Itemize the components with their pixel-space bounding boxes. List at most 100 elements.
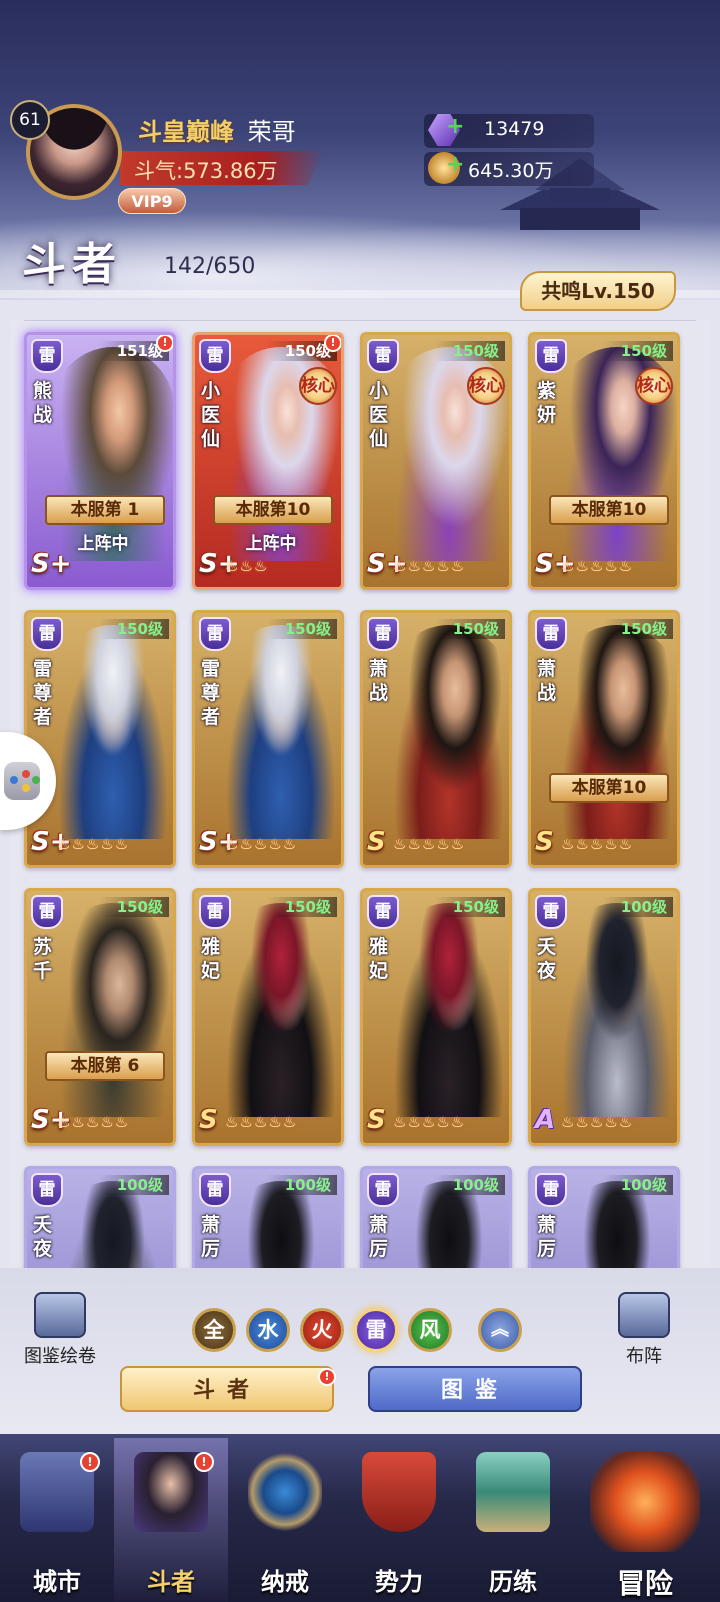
gold-amount: 645.30万 [468, 160, 554, 182]
element-badge: 雷 [31, 339, 63, 373]
hero-card[interactable]: 雷 100级 萧厉 [360, 1166, 512, 1268]
hero-level: 150级 [266, 897, 337, 917]
filter-thunder[interactable]: 雷 [354, 1308, 398, 1352]
vip-badge[interactable]: VIP9 [118, 188, 186, 214]
hero-portrait [555, 903, 677, 1117]
grid-divider [24, 320, 696, 321]
hero-name: 萧厉 [201, 1214, 221, 1260]
nav-adventure[interactable]: 冒险 [570, 1438, 720, 1602]
filter-wind[interactable]: 风 [408, 1308, 452, 1352]
hero-level: 150级 [266, 619, 337, 639]
hero-card[interactable]: 雷 150级 雷尊者 S+ ♨♨♨♨♨ [24, 610, 176, 868]
hero-name: 雅妃 [201, 936, 221, 982]
core-badge: 核心 [635, 367, 673, 405]
nav-city[interactable]: ! 城市 [0, 1438, 114, 1602]
hero-card[interactable]: 雷 150级 雅妃 S ♨♨♨♨♨ [192, 888, 344, 1146]
hero-card[interactable]: 雷 100级 萧厉 [528, 1166, 680, 1268]
hero-card[interactable]: 雷 100级 夭夜 [24, 1166, 176, 1268]
ring-icon [248, 1452, 322, 1532]
element-badge: 雷 [31, 1173, 63, 1207]
hero-level: 150级 [434, 341, 505, 361]
gallery-scroll-button[interactable]: 图鉴绘卷 [12, 1292, 108, 1368]
nav-training[interactable]: 历练 [456, 1438, 570, 1602]
hero-card[interactable]: 雷 150级! 小医仙 核心 本服第10 上阵中 S+ ♨♨♨ [192, 332, 344, 590]
hero-card[interactable]: 雷 100级 夭夜 A ♨♨♨♨♨ [528, 888, 680, 1146]
collapse-filter-button[interactable]: ︽ [478, 1308, 522, 1352]
nav-city-alert: ! [80, 1452, 100, 1472]
star-flames: ♨♨♨♨♨ [393, 557, 466, 575]
card-alert-badge: ! [324, 335, 341, 352]
hero-grade: S+ [31, 549, 72, 579]
page-title: 斗者 [22, 239, 122, 290]
server-rank-banner: 本服第 6 [45, 1051, 165, 1081]
hero-portrait [387, 625, 509, 839]
hero-card[interactable]: 雷 150级 萧战 S ♨♨♨♨♨ [360, 610, 512, 868]
tab-heroes[interactable]: 斗者 [120, 1366, 334, 1412]
hero-card[interactable]: 雷 100级萧厉 [192, 1166, 344, 1268]
hero-portrait [219, 625, 341, 839]
player-title: 斗皇巅峰 [138, 118, 234, 146]
server-rank-banner: 本服第10 [549, 495, 669, 525]
hero-name: 熊战 [33, 380, 53, 426]
element-badge: 雷 [367, 1173, 399, 1207]
tab-codex[interactable]: 图鉴 [368, 1366, 582, 1412]
filter-all[interactable]: 全 [192, 1308, 236, 1352]
hero-level: 100级 [266, 1175, 337, 1195]
hero-card[interactable]: 雷 150级 雷尊者 S+ ♨♨♨♨♨ [192, 610, 344, 868]
hero-name: 雅妃 [369, 936, 389, 982]
hero-grade: A [535, 1105, 556, 1135]
hero-grade: S [199, 1105, 218, 1135]
hero-name: 萧厉 [537, 1214, 557, 1260]
star-flames: ♨♨♨♨♨ [393, 1113, 466, 1131]
nav-ring[interactable]: 纳戒 [228, 1438, 342, 1602]
power-value: 斗气:573.86万 [134, 159, 278, 183]
hero-card[interactable]: 雷 150级 苏千 本服第 6 S+ ♨♨♨♨♨ [24, 888, 176, 1146]
hero-name: 雷尊者 [201, 658, 221, 728]
bottom-nav: ! 城市 ! 斗者 纳戒 势力 历练 冒险 [0, 1434, 720, 1602]
card-alert-badge: ! [156, 335, 173, 352]
element-badge: 雷 [199, 1173, 231, 1207]
player-name-row: 斗皇巅峰 荣哥 [138, 112, 296, 147]
hero-level: 150级 [602, 341, 673, 361]
hero-card[interactable]: 雷 151级! 熊战 本服第 1 上阵中 S+ [24, 332, 176, 590]
resonance-button[interactable]: 共鸣Lv.150 [520, 271, 676, 311]
filter-water[interactable]: 水 [246, 1308, 290, 1352]
add-gold-icon[interactable]: + [446, 152, 464, 177]
element-badge: 雷 [31, 895, 63, 929]
hero-name: 紫妍 [537, 380, 557, 426]
nav-faction[interactable]: 势力 [342, 1438, 456, 1602]
flag-icon [618, 1292, 670, 1338]
nav-city-label: 城市 [33, 1567, 81, 1596]
hero-card[interactable]: 雷 150级 雅妃 S ♨♨♨♨♨ [360, 888, 512, 1146]
filter-fire[interactable]: 火 [300, 1308, 344, 1352]
hero-grade: S [535, 827, 554, 857]
hero-name: 夭夜 [537, 936, 557, 982]
star-flames: ♨♨♨♨♨ [57, 835, 130, 853]
element-badge: 雷 [199, 339, 231, 373]
add-crystal-icon[interactable]: + [446, 114, 464, 139]
tab-heroes-alert: ! [318, 1368, 336, 1386]
scroll-book-icon [34, 1292, 86, 1338]
star-flames: ♨♨♨♨♨ [561, 557, 634, 575]
formation-button[interactable]: 布阵 [596, 1292, 692, 1368]
hero-card[interactable]: 雷 150级 萧战 本服第10 S ♨♨♨♨♨ [528, 610, 680, 868]
adventure-fire-icon [590, 1452, 700, 1552]
hero-level: 100级 [434, 1175, 505, 1195]
hero-name: 苏千 [33, 936, 53, 982]
element-badge: 雷 [535, 617, 567, 651]
nav-heroes[interactable]: ! 斗者 [114, 1438, 228, 1602]
hero-card[interactable]: 雷 150级 紫妍 核心 本服第10 S+ ♨♨♨♨♨ [528, 332, 680, 590]
hero-portrait [219, 903, 341, 1117]
hero-card[interactable]: 雷 150级 小医仙 核心 S+ ♨♨♨♨♨ [360, 332, 512, 590]
hero-name: 小医仙 [369, 380, 389, 450]
mountain-scroll-icon [476, 1452, 550, 1532]
element-badge: 雷 [535, 1173, 567, 1207]
hero-portrait [387, 903, 509, 1117]
element-badge: 雷 [199, 895, 231, 929]
nav-training-label: 历练 [489, 1567, 537, 1596]
nav-adventure-label: 冒险 [616, 1567, 673, 1600]
hero-name: 萧战 [537, 658, 557, 704]
star-flames: ♨♨♨♨♨ [393, 835, 466, 853]
hero-level: 150级 [98, 619, 169, 639]
nav-heroes-alert: ! [194, 1452, 214, 1472]
